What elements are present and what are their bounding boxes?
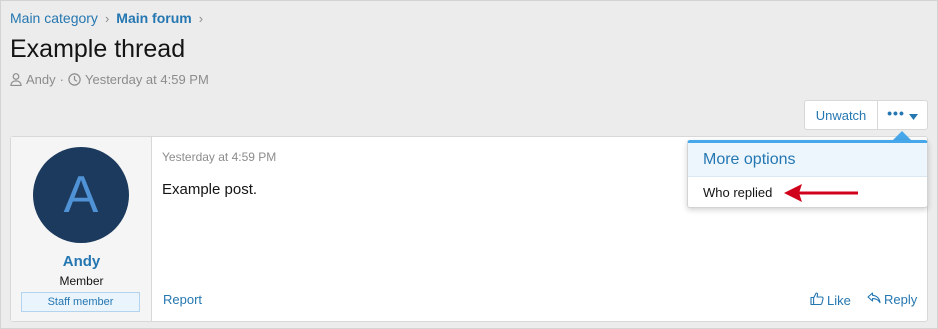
chevron-right-icon: › bbox=[198, 10, 204, 26]
user-icon bbox=[10, 73, 22, 86]
breadcrumb-main-category[interactable]: Main category bbox=[10, 10, 98, 26]
like-button[interactable]: Like bbox=[810, 292, 851, 308]
reply-button[interactable]: Reply bbox=[867, 292, 917, 307]
clock-icon bbox=[68, 73, 81, 86]
reply-icon bbox=[867, 292, 881, 307]
chevron-right-icon: › bbox=[104, 10, 110, 26]
post-user-cell: A Andy Member Staff member bbox=[11, 137, 152, 321]
thread-toolbar: Unwatch ••• bbox=[804, 100, 928, 130]
menu-caret bbox=[893, 131, 911, 140]
menu-header: More options bbox=[688, 143, 927, 177]
breadcrumb: Main category › Main forum › bbox=[10, 10, 210, 26]
more-dots-icon: ••• bbox=[887, 104, 905, 121]
caret-down-icon bbox=[908, 108, 918, 123]
thread-date[interactable]: Yesterday at 4:59 PM bbox=[85, 72, 209, 87]
post-body: Example post. bbox=[162, 181, 258, 198]
report-link[interactable]: Report bbox=[163, 292, 202, 307]
thumbs-up-icon bbox=[810, 292, 824, 308]
post-username[interactable]: Andy bbox=[11, 253, 152, 270]
thread-author[interactable]: Andy bbox=[26, 72, 56, 87]
avatar[interactable]: A bbox=[33, 147, 129, 243]
more-options-button[interactable]: ••• bbox=[878, 100, 928, 130]
like-label: Like bbox=[827, 292, 851, 308]
post-date[interactable]: Yesterday at 4:59 PM bbox=[162, 150, 276, 164]
staff-banner: Staff member bbox=[21, 292, 140, 312]
meta-separator: · bbox=[59, 72, 64, 87]
annotation-arrow-icon bbox=[784, 184, 858, 202]
user-title: Member bbox=[59, 274, 104, 288]
reply-label: Reply bbox=[884, 292, 918, 307]
page-title: Example thread bbox=[10, 35, 186, 63]
unwatch-button[interactable]: Unwatch bbox=[804, 100, 878, 130]
breadcrumb-main-forum[interactable]: Main forum bbox=[116, 10, 191, 26]
thread-meta: Andy · Yesterday at 4:59 PM bbox=[10, 72, 209, 87]
